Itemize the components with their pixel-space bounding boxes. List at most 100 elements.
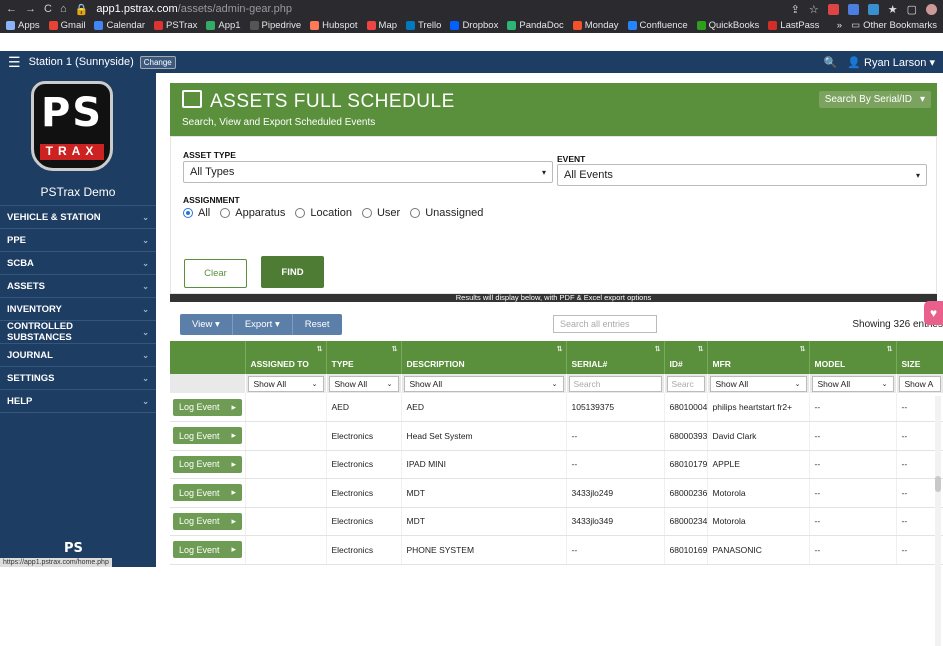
share-icon[interactable]: ⇪ [791, 3, 800, 16]
bookmark[interactable]: Trello [406, 20, 441, 31]
log-event-button[interactable]: Log Event ▸ [173, 541, 243, 559]
column-header[interactable]: SIZE [896, 341, 943, 374]
sidebar-item-journal[interactable]: JOURNAL ⌄ [0, 344, 156, 367]
filter-cell: Show All ⌄ [401, 374, 567, 393]
caret-right-icon: ▸ [231, 401, 237, 412]
extension-icon[interactable] [827, 3, 839, 15]
filter-value: Show A [904, 378, 934, 389]
log-event-button[interactable]: Log Event ▸ [173, 484, 243, 502]
extensions-icon[interactable]: ★ [888, 3, 898, 16]
log-event-label: Log Event [179, 544, 220, 555]
event-label: EVENT [557, 154, 586, 164]
star-icon[interactable]: ☆ [809, 3, 819, 16]
sort-icon: ⇅ [556, 346, 563, 353]
extension-icon[interactable] [867, 3, 879, 15]
serial-search-input[interactable]: Search [568, 375, 662, 392]
home-icon[interactable]: ⌂ [60, 3, 67, 15]
table-scrollbar[interactable] [935, 396, 941, 646]
radio-location[interactable]: Location [295, 207, 352, 219]
bookmark[interactable]: PSTrax [154, 20, 197, 31]
other-bookmarks[interactable]: ▭ Other Bookmarks [851, 20, 937, 31]
extension-icon[interactable] [847, 3, 859, 15]
assigned-filter-select[interactable]: Show All ⌄ [247, 375, 324, 392]
column-header-label: ID# [669, 359, 683, 369]
column-header-label: MODEL [814, 359, 846, 369]
column-header[interactable]: ⇅ SERIAL# [566, 341, 665, 374]
bookmark[interactable]: Dropbox [450, 20, 498, 31]
forward-icon[interactable]: → [25, 3, 36, 15]
column-header[interactable]: ⇅ ID# [664, 341, 708, 374]
radio-all[interactable]: All [183, 207, 210, 219]
sidebar-item-ppe[interactable]: PPE ⌄ [0, 229, 156, 252]
caret-down-icon: ▾ [915, 170, 920, 180]
bookmark[interactable]: Gmail [48, 20, 85, 31]
event-select[interactable]: All Events ▾ [557, 164, 927, 186]
scrollbar-thumb[interactable] [935, 476, 941, 492]
sidebar-item-vehicle-station[interactable]: VEHICLE & STATION ⌄ [0, 206, 156, 229]
column-header[interactable]: ⇅ TYPE [326, 341, 402, 374]
menu-icon[interactable]: ☰ [8, 54, 21, 71]
status-url: https://app1.pstrax.com/home.php [0, 558, 112, 567]
table-cell [245, 478, 327, 508]
column-header[interactable]: ⇅ MODEL [809, 341, 897, 374]
mfr-filter-select[interactable]: Show All ⌄ [709, 375, 807, 392]
id-search-input[interactable]: Searc [666, 375, 705, 392]
table-cell [245, 535, 327, 565]
heart-icon[interactable]: ♥ [924, 301, 943, 325]
column-header[interactable]: ⇅ DESCRIPTION [401, 341, 567, 374]
radio-apparatus[interactable]: Apparatus [220, 207, 285, 219]
column-header[interactable]: ⇅ MFR [707, 341, 810, 374]
log-event-button[interactable]: Log Event ▸ [173, 512, 243, 530]
radio-unassigned[interactable]: Unassigned [410, 207, 483, 219]
table-cell: -- [566, 535, 665, 565]
address-row: ← → C ⌂ 🔒 app1.pstrax.com/assets/admin-g… [0, 0, 943, 18]
bookmarks-overflow[interactable]: » [837, 20, 842, 31]
user-menu[interactable]: 👤 Ryan Larson ▾ [847, 56, 935, 69]
sidebar-item-controlled-substances[interactable]: CONTROLLED SUBSTANCES ⌄ [0, 321, 156, 344]
table-toolbar: View ▾ Export ▾ Reset Search all entries… [170, 302, 943, 339]
export-button[interactable]: Export ▾ [233, 314, 293, 335]
bookmark[interactable]: Pipedrive [249, 20, 301, 31]
bookmark[interactable]: App1 [206, 20, 241, 31]
footer-logo: PS [64, 541, 83, 556]
bookmark[interactable]: PandaDoc [507, 20, 564, 31]
log-event-button[interactable]: Log Event ▸ [173, 427, 243, 445]
sidebar-item-settings[interactable]: SETTINGS ⌄ [0, 367, 156, 390]
event-value: All Events [564, 169, 613, 181]
search-all-input[interactable]: Search all entries [553, 315, 657, 333]
reset-button[interactable]: Reset [293, 314, 342, 335]
find-button[interactable]: FIND [261, 256, 324, 288]
back-icon[interactable]: ← [6, 3, 17, 15]
asset-type-select[interactable]: All Types ▾ [183, 161, 553, 183]
view-button[interactable]: View ▾ [180, 314, 233, 335]
profile-avatar[interactable] [926, 3, 937, 15]
search-by-dropdown[interactable]: Search By Serial/ID ▾ [818, 91, 931, 108]
radio-user[interactable]: User [361, 207, 400, 219]
bookmark-label: Apps [18, 20, 40, 31]
model-filter-select[interactable]: Show All ⌄ [811, 375, 894, 392]
search-icon[interactable]: 🔍 [824, 56, 838, 69]
log-event-button[interactable]: Log Event ▸ [173, 398, 243, 416]
sidebar-item-assets[interactable]: ASSETS ⌄ [0, 275, 156, 298]
change-station-button[interactable]: Change [139, 55, 176, 69]
type-filter-select[interactable]: Show All ⌄ [328, 375, 399, 392]
description-filter-select[interactable]: Show All ⌄ [403, 375, 564, 392]
address-bar[interactable]: app1.pstrax.com/assets/admin-gear.php [96, 3, 292, 15]
sidebar-item-help[interactable]: HELP ⌄ [0, 390, 156, 413]
clear-button[interactable]: Clear [184, 259, 247, 288]
bookmark[interactable]: Apps [6, 20, 40, 31]
bookmark[interactable]: LastPass [768, 20, 819, 31]
size-filter-select[interactable]: Show A [898, 375, 941, 392]
bookmark[interactable]: Confluence [627, 20, 688, 31]
log-event-button[interactable]: Log Event ▸ [173, 455, 243, 473]
column-header[interactable]: ⇅ ASSIGNED TO [245, 341, 327, 374]
sidebar-item-inventory[interactable]: INVENTORY ⌄ [0, 298, 156, 321]
reload-icon[interactable]: C [44, 3, 52, 15]
bookmark[interactable]: Monday [572, 20, 619, 31]
bookmark[interactable]: Calendar [94, 20, 145, 31]
window-icon[interactable]: ▢ [907, 3, 917, 16]
bookmark[interactable]: Hubspot [310, 20, 358, 31]
sidebar-item-scba[interactable]: SCBA ⌄ [0, 252, 156, 275]
bookmark[interactable]: QuickBooks [696, 20, 759, 31]
bookmark[interactable]: Map [366, 20, 397, 31]
